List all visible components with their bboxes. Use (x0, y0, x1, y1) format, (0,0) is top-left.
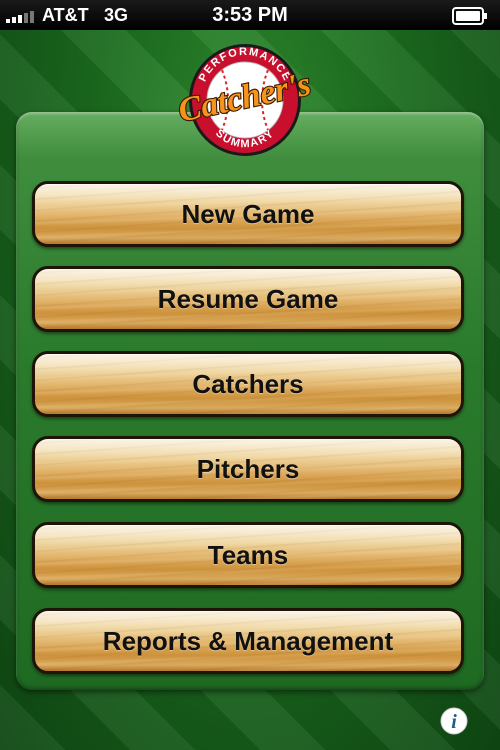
status-time: 3:53 PM (212, 4, 288, 26)
teams-label: Teams (207, 539, 289, 570)
resume-game-label: Resume Game (157, 283, 339, 314)
catchers-button[interactable]: Catchers (32, 351, 464, 417)
new-game-button[interactable]: New Game (32, 181, 464, 247)
pitchers-label: Pitchers (196, 453, 300, 484)
reports-management-button[interactable]: Reports & Management (32, 608, 464, 674)
catchers-label: Catchers (192, 368, 304, 399)
info-icon: i (440, 707, 468, 735)
app-logo: PERFORMANCE SUMMARY Catcher's (172, 36, 318, 160)
info-glyph: i (451, 711, 457, 733)
battery-icon (452, 7, 487, 25)
pitchers-button[interactable]: Pitchers (32, 436, 464, 502)
status-bar: AT&T 3G 3:53 PM (0, 0, 500, 30)
reports-management-label: Reports & Management (102, 625, 394, 656)
teams-button[interactable]: Teams (32, 522, 464, 588)
catchers-logo-icon: PERFORMANCE SUMMARY Catcher's (174, 44, 315, 156)
info-button[interactable]: i (440, 707, 468, 735)
new-game-label: New Game (181, 198, 315, 229)
resume-game-button[interactable]: Resume Game (32, 266, 464, 332)
